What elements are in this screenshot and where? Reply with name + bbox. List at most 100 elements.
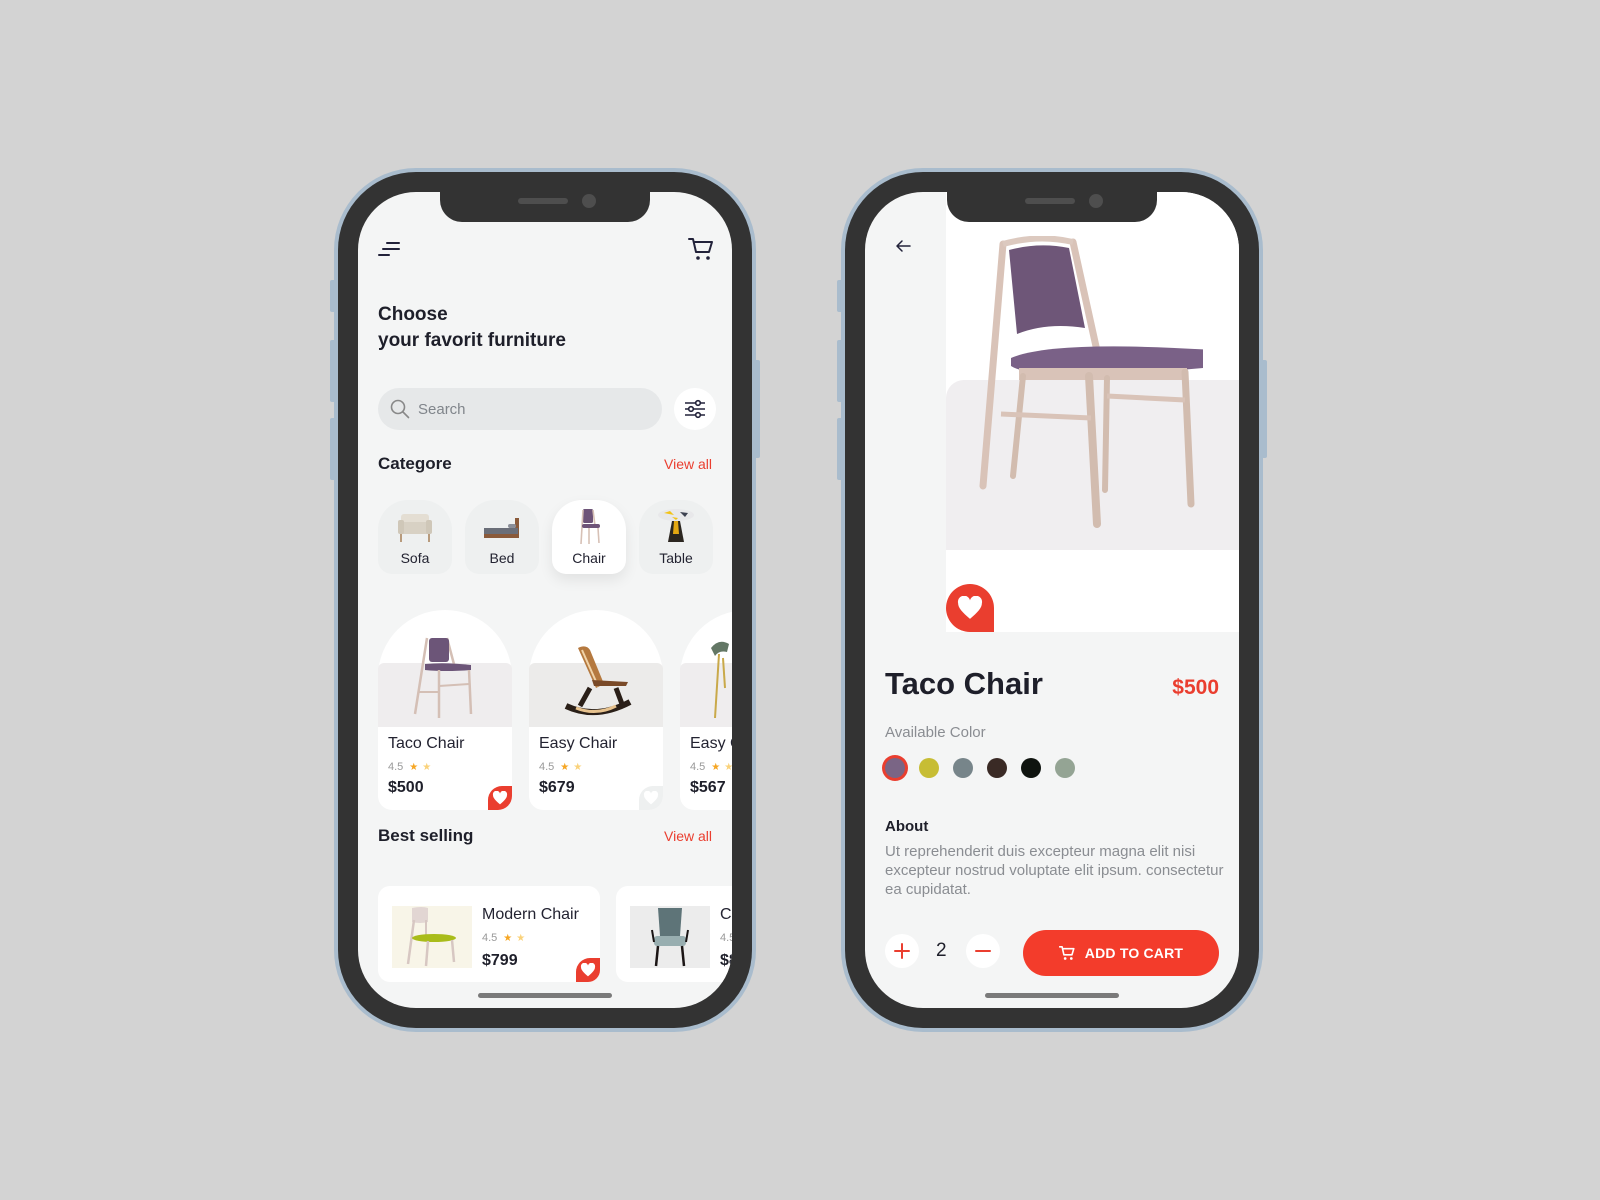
product-price: $679 <box>539 779 575 796</box>
plus-icon <box>894 943 910 959</box>
power-button <box>1261 360 1267 458</box>
phone-frame-home: Choose your favorit furniture Categore V… <box>330 172 760 1028</box>
best-selling-card[interactable]: Classic Chair 4.5 $899 <box>616 886 732 982</box>
product-price: $500 <box>1172 676 1219 699</box>
heart-icon <box>492 791 508 805</box>
heart-icon <box>643 791 659 805</box>
product-price: $899 <box>720 952 732 969</box>
category-label: Sofa <box>400 550 430 566</box>
search-icon <box>390 399 410 419</box>
category-view-all-link[interactable]: View all <box>664 456 712 472</box>
favorite-button[interactable] <box>576 958 600 982</box>
search-input[interactable] <box>418 388 648 430</box>
volume-down-button <box>837 418 843 480</box>
category-table[interactable]: Table <box>639 500 713 574</box>
product-rating: 4.5 <box>720 932 732 944</box>
notch <box>440 192 650 222</box>
home-screen: Choose your favorit furniture Categore V… <box>358 192 732 1008</box>
color-swatch[interactable] <box>987 758 1007 778</box>
color-swatch[interactable] <box>885 758 905 778</box>
classic-chair-image <box>630 906 710 968</box>
category-label: Bed <box>489 550 515 566</box>
product-name: Easy Chair <box>539 735 618 752</box>
increase-quantity-button[interactable] <box>885 934 919 968</box>
sofa-icon <box>398 514 432 542</box>
heart-icon <box>580 963 596 977</box>
add-to-cart-label: ADD TO CART <box>1084 945 1184 961</box>
color-swatches <box>885 758 1075 778</box>
product-card[interactable]: Taco Chair 4.5 ★★ $500 <box>378 610 512 810</box>
chair-icon <box>580 509 600 545</box>
headline-line-2: your favorit furniture <box>378 330 566 351</box>
product-title: Taco Chair <box>885 666 1043 701</box>
best-selling-section-title: Best selling <box>378 826 474 845</box>
search-bar[interactable] <box>378 388 662 430</box>
product-price: $799 <box>482 952 518 969</box>
headline-line-1: Choose <box>378 304 448 325</box>
easy-chair-image <box>564 646 632 716</box>
rating-stars: ★★ <box>711 762 732 773</box>
home-indicator <box>985 993 1119 998</box>
filter-button[interactable] <box>674 388 716 430</box>
best-selling-card[interactable]: Modern Chair 4.5 ★★ $799 <box>378 886 600 982</box>
color-swatch[interactable] <box>953 758 973 778</box>
category-bed[interactable]: Bed <box>465 500 539 574</box>
easy-chair-green-image <box>711 641 729 719</box>
volume-up-button <box>330 340 336 402</box>
detail-screen: Taco Chair $500 Available Color About Ut… <box>865 192 1239 1008</box>
category-section-title: Categore <box>378 454 452 473</box>
decrease-quantity-button[interactable] <box>966 934 1000 968</box>
rating-stars: ★★ <box>560 762 587 773</box>
quantity-value: 2 <box>936 940 947 961</box>
heart-icon <box>957 596 983 619</box>
product-rating: 4.5★★ <box>482 932 530 944</box>
category-label: Chair <box>572 550 606 566</box>
color-swatch[interactable] <box>919 758 939 778</box>
volume-down-button <box>330 418 336 480</box>
product-price: $567 <box>690 779 726 796</box>
mute-switch <box>837 280 843 312</box>
cart-icon[interactable] <box>688 236 714 262</box>
sliders-icon <box>685 399 705 419</box>
about-description: Ut reprehenderit duis excepteur magna el… <box>885 843 1224 898</box>
bed-icon <box>484 518 519 538</box>
product-name: Modern Chair <box>482 906 579 923</box>
product-rating: 4.5★★ <box>690 761 732 773</box>
product-price: $500 <box>388 779 424 796</box>
notch <box>947 192 1157 222</box>
product-card[interactable]: Easy Chair 4.5★★ $567 <box>680 610 732 810</box>
favorite-button[interactable] <box>639 786 663 810</box>
product-hero-image <box>979 236 1203 528</box>
product-rating: 4.5★★ <box>388 761 436 773</box>
power-button <box>754 360 760 458</box>
color-swatch[interactable] <box>1021 758 1041 778</box>
favorite-button[interactable] <box>488 786 512 810</box>
minus-icon <box>975 950 991 952</box>
menu-icon[interactable] <box>378 242 400 258</box>
product-name: Classic Chair <box>720 906 732 923</box>
volume-up-button <box>837 340 843 402</box>
modern-chair-image <box>392 906 472 968</box>
page-headline: Choose your favorit furniture <box>378 302 566 354</box>
product-card[interactable]: Easy Chair 4.5 ★★ $679 <box>529 610 663 810</box>
product-rating: 4.5★★ <box>539 761 587 773</box>
category-label: Table <box>659 550 693 566</box>
table-icon <box>658 509 694 542</box>
rating-stars: ★★ <box>409 762 436 773</box>
favorite-button[interactable] <box>946 584 994 632</box>
product-name: Taco Chair <box>388 735 465 752</box>
category-sofa[interactable]: Sofa <box>378 500 452 574</box>
taco-chair-image <box>413 637 473 718</box>
home-indicator <box>478 993 612 998</box>
best-selling-view-all-link[interactable]: View all <box>664 828 712 844</box>
back-arrow-icon[interactable] <box>893 236 913 256</box>
available-color-label: Available Color <box>885 724 986 741</box>
about-title: About <box>885 818 929 835</box>
product-name: Easy Chair <box>690 735 732 752</box>
cart-icon <box>1058 946 1075 960</box>
phone-frame-detail: Taco Chair $500 Available Color About Ut… <box>837 172 1267 1028</box>
rating-stars: ★★ <box>503 933 530 944</box>
category-chair[interactable]: Chair <box>552 500 626 574</box>
color-swatch[interactable] <box>1055 758 1075 778</box>
add-to-cart-button[interactable]: ADD TO CART <box>1023 930 1219 976</box>
